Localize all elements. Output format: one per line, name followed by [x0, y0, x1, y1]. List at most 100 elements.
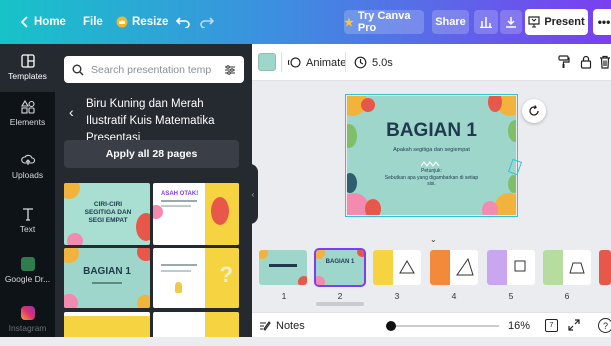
template-search-box[interactable] [64, 56, 244, 83]
present-label: Present [544, 16, 585, 28]
lock-icon[interactable] [580, 55, 592, 72]
slide-title[interactable]: BAGIAN 1 [347, 120, 516, 142]
zoom-slider-track[interactable] [389, 325, 499, 327]
refresh-button[interactable] [522, 99, 546, 123]
bottom-bar: Notes 16% 7 ? [252, 312, 611, 337]
elements-icon [20, 100, 35, 114]
paint-roller-icon[interactable] [557, 55, 570, 72]
leaf-decoration [347, 173, 357, 193]
trash-icon[interactable] [599, 55, 611, 72]
rail-label: Uploads [11, 170, 44, 180]
zoom-slider-thumb[interactable] [386, 321, 396, 331]
fullscreen-icon[interactable] [568, 319, 580, 334]
page-number: 4 [451, 291, 457, 301]
trapezoid-icon [569, 262, 585, 274]
home-label: Home [34, 16, 66, 28]
page-count-button[interactable]: 7 [545, 319, 558, 332]
rail-item-google-drive[interactable]: Google Dr... [0, 257, 55, 297]
yellow-panel [205, 312, 239, 337]
page-thumbnail-4[interactable] [430, 250, 478, 285]
presentation-icon [528, 16, 540, 28]
horizontal-scrollbar[interactable] [316, 302, 364, 306]
rail-item-instagram[interactable]: Instagram [0, 306, 55, 346]
download-icon [506, 17, 516, 28]
template-thumb[interactable]: CIRI-CIRI SEGITIGA DAN SEGI EMPAT [64, 183, 150, 245]
redo-button[interactable] [200, 0, 214, 44]
chevron-left-icon [20, 16, 28, 28]
animate-button[interactable]: Animate [288, 44, 346, 81]
instagram-icon [20, 306, 35, 320]
flower-decoration [316, 250, 325, 259]
template-thumb[interactable]: ? [153, 248, 239, 308]
share-button[interactable]: Share [432, 10, 469, 34]
flower-decoration [64, 183, 80, 199]
page-number: 1 [281, 291, 287, 301]
back-arrow-icon[interactable]: ‹ [69, 104, 74, 120]
page-thumbnail-5[interactable] [487, 250, 535, 285]
slide-note[interactable]: Petunjuk: Sebutkan apa yang digambarkan … [382, 168, 481, 188]
template-thumb[interactable] [153, 312, 239, 337]
background-color-swatch[interactable] [258, 53, 276, 71]
page-thumbnail-7[interactable] [599, 250, 611, 285]
page-thumbnail-2[interactable]: BAGIAN 1 [314, 248, 366, 287]
flower-decoration [153, 205, 163, 219]
page-number: 2 [337, 291, 343, 301]
green-panel [543, 250, 563, 285]
flower-decoration [137, 248, 150, 261]
rail-item-elements[interactable]: Elements [0, 100, 55, 140]
template-thumb[interactable] [64, 312, 150, 337]
filter-icon[interactable] [224, 64, 236, 76]
zoom-level[interactable]: 16% [508, 313, 530, 338]
rail-item-templates[interactable]: Templates [0, 44, 55, 92]
notes-button[interactable]: Notes [259, 313, 305, 338]
resize-button[interactable]: Resize [116, 0, 168, 44]
flower-decoration [137, 295, 150, 308]
chevron-down-icon[interactable]: ⌄ [430, 235, 437, 244]
page-thumbnail-6[interactable] [543, 250, 591, 285]
rail-item-uploads[interactable]: Uploads [0, 153, 55, 193]
template-search-input[interactable] [91, 63, 211, 76]
templates-panel: ‹ Biru Kuning dan Merah Ilustratif Kuis … [55, 44, 252, 337]
file-label: File [83, 16, 103, 28]
more-options-button[interactable]: ••• [593, 9, 611, 35]
top-bar: Home File Resize ★ Try Canva Pro Share P… [0, 0, 611, 44]
apply-all-pages-button[interactable]: Apply all 28 pages [64, 140, 239, 168]
uploads-icon [20, 154, 35, 165]
yellow-panel [373, 250, 393, 285]
slide-canvas[interactable]: BAGIAN 1 Apakah segitiga dan segiempat P… [345, 94, 518, 217]
template-thumb[interactable]: BAGIAN 1 [64, 248, 150, 308]
triangle-icon [399, 260, 415, 274]
rail-label: Google Dr... [4, 274, 51, 284]
text-line [161, 205, 191, 207]
google-drive-icon [20, 257, 35, 271]
page-thumbnail-1[interactable] [259, 250, 307, 285]
thumb-title: CIRI-CIRI SEGITIGA DAN SEGI EMPAT [84, 201, 132, 224]
download-button[interactable] [500, 10, 522, 34]
zigzag-decoration [420, 158, 441, 167]
rail-label: Instagram [8, 323, 47, 333]
undo-button[interactable] [176, 0, 190, 44]
flower-decoration [482, 201, 498, 215]
page-thumbnail-3[interactable] [373, 250, 421, 285]
file-menu-button[interactable]: File [83, 0, 103, 44]
undo-icon [176, 17, 190, 28]
help-button[interactable]: ? [598, 318, 611, 333]
animate-label: Animate [306, 56, 347, 69]
square-icon [514, 260, 526, 272]
slide-subtitle[interactable]: Apakah segitiga dan segiempat [347, 147, 516, 153]
leaf-decoration [136, 213, 150, 241]
flower-decoration [361, 98, 375, 112]
purple-panel [487, 250, 507, 285]
page-number: 3 [394, 291, 400, 301]
rail-item-text[interactable]: Text [0, 207, 55, 247]
home-button[interactable]: Home [20, 0, 66, 44]
insights-button[interactable] [474, 10, 498, 34]
present-button[interactable]: Present [525, 9, 588, 35]
template-thumb[interactable]: ASAH OTAK! [153, 183, 239, 245]
text-line [92, 282, 122, 284]
duration-button[interactable]: 5.0s [354, 44, 393, 81]
duration-label: 5.0s [372, 56, 393, 69]
collapse-panel-button[interactable]: ‹ [248, 164, 258, 224]
try-canva-pro-button[interactable]: ★ Try Canva Pro [344, 10, 424, 34]
text-line [161, 270, 191, 272]
